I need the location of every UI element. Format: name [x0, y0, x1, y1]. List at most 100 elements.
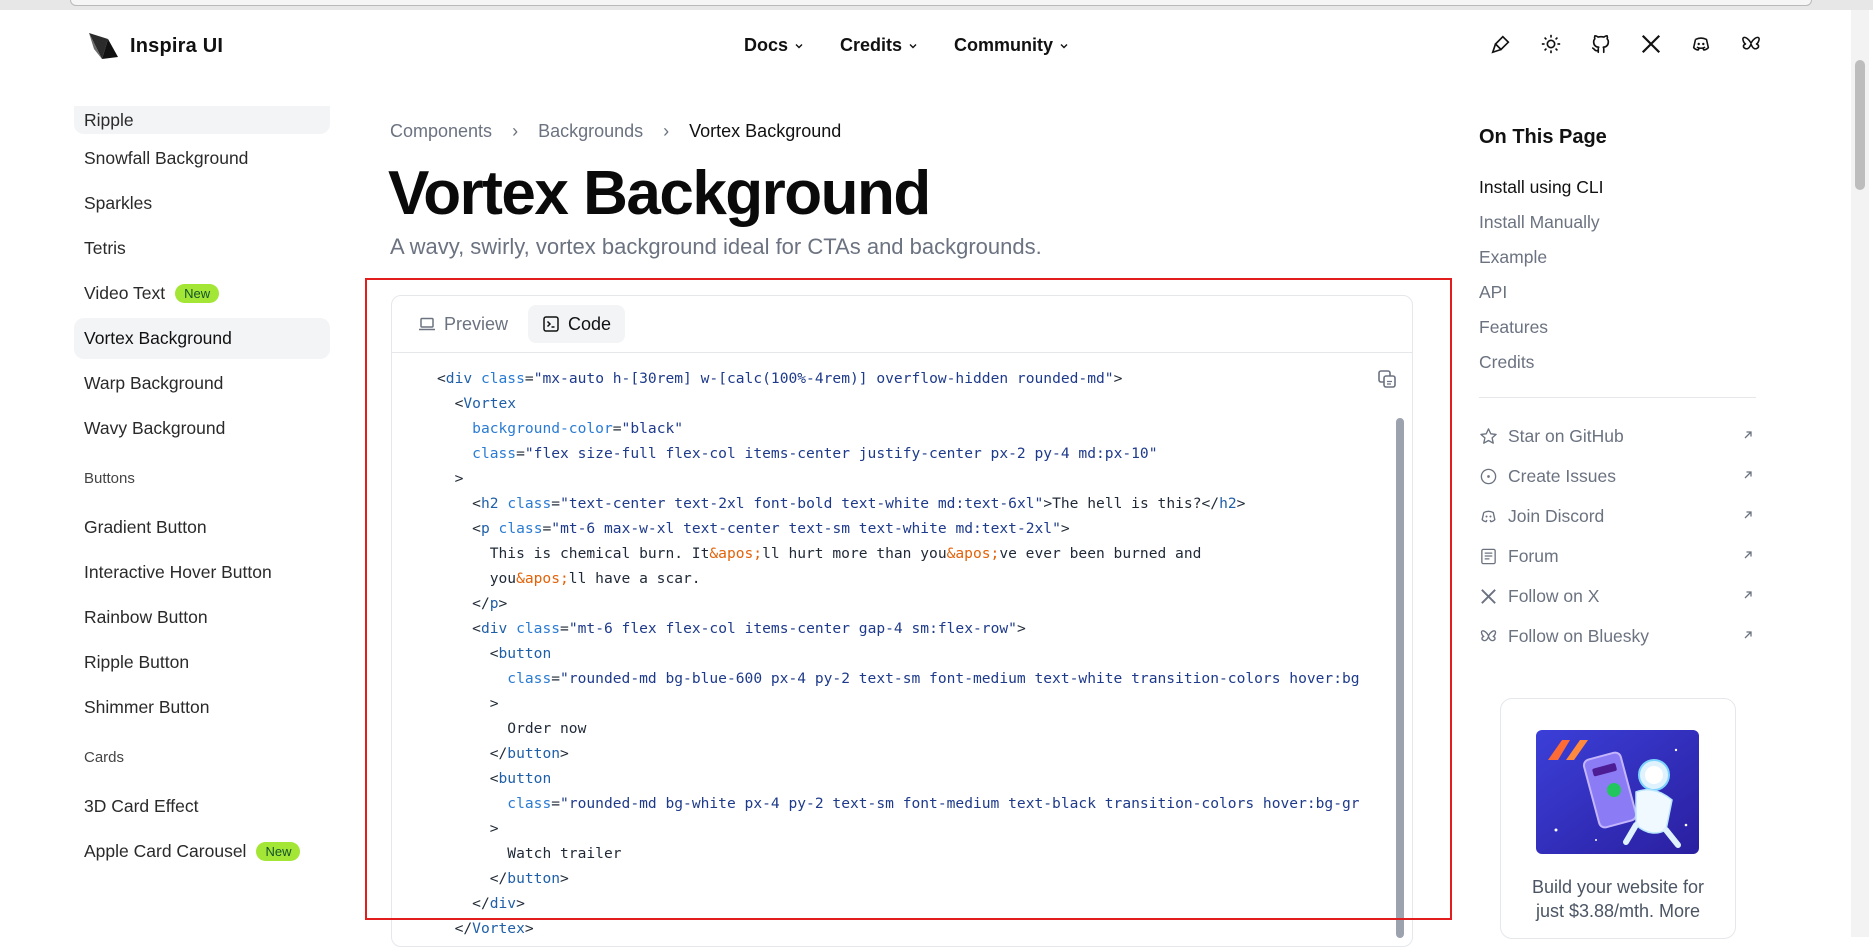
external-arrow-icon	[1744, 591, 1752, 599]
breadcrumb-separator: ›	[512, 121, 519, 141]
community-links: Star on GitHub Create Issues Join Discor…	[1479, 416, 1756, 656]
app-name: Inspira UI	[130, 34, 224, 57]
link-follow-x[interactable]: Follow on X	[1479, 576, 1756, 616]
sidebar-item-apple-card-carousel[interactable]: Apple Card Carousel New	[74, 831, 330, 872]
external-arrow-icon	[1744, 431, 1752, 439]
star-icon	[1480, 427, 1497, 444]
toc-item-features[interactable]: Features	[1479, 310, 1604, 345]
external-arrow-icon	[1744, 511, 1752, 519]
discord-icon[interactable]	[1689, 32, 1713, 56]
link-join-discord[interactable]: Join Discord	[1479, 496, 1756, 536]
divider	[1479, 397, 1756, 398]
link-label: Create Issues	[1508, 465, 1616, 486]
toc-item-example[interactable]: Example	[1479, 240, 1604, 275]
sun-icon[interactable]	[1539, 32, 1563, 56]
toc-title: On This Page	[1479, 126, 1607, 148]
x-icon	[1481, 588, 1496, 604]
nav-community[interactable]: Community	[954, 35, 1069, 56]
link-follow-bluesky[interactable]: Follow on Bluesky	[1479, 616, 1756, 656]
sidebar-item-label: Vortex Background	[84, 328, 232, 348]
sidebar-item-label: Shimmer Button	[84, 697, 210, 717]
sidebar-item-sparkles[interactable]: Sparkles	[74, 183, 330, 224]
chevron-down-icon	[795, 43, 803, 48]
sidebar-item-vortex-background[interactable]: Vortex Background	[74, 318, 330, 359]
sidebar-item-label: Snowfall Background	[84, 148, 249, 168]
table-of-contents: Install using CLI Install Manually Examp…	[1479, 170, 1604, 380]
sidebar-item-tetris[interactable]: Tetris	[74, 228, 330, 269]
nav-docs[interactable]: Docs	[744, 35, 804, 56]
sidebar-item-label: Ripple	[84, 109, 134, 130]
bluesky-icon	[1480, 629, 1497, 641]
link-forum[interactable]: Forum	[1479, 536, 1756, 576]
breadcrumb-separator: ›	[663, 121, 670, 141]
sidebar-item-label: Sparkles	[84, 193, 153, 213]
sidebar-item-gradient-button[interactable]: Gradient Button	[74, 507, 330, 548]
page-scrollbar-thumb[interactable]	[1855, 60, 1865, 190]
ad-text-line: Build your website for	[1531, 877, 1705, 897]
nav-community-label: Community	[954, 35, 1054, 55]
issue-icon	[1480, 468, 1497, 484]
sponsor-ad-card[interactable]: Build your website for just $3.88/mth. M…	[1500, 698, 1736, 939]
link-label: Join Discord	[1508, 505, 1605, 526]
brush-icon[interactable]	[1489, 32, 1513, 56]
sidebar-heading-buttons: Buttons	[84, 469, 135, 487]
sidebar-heading-cards: Cards	[84, 748, 125, 766]
toc-item-credits[interactable]: Credits	[1479, 345, 1604, 380]
new-badge: New	[175, 284, 220, 303]
new-badge: New	[256, 842, 301, 861]
logo[interactable]: Inspira UI	[86, 29, 223, 63]
link-star-github[interactable]: Star on GitHub	[1479, 416, 1756, 456]
bluesky-icon[interactable]	[1739, 32, 1763, 56]
external-arrow-icon	[1744, 631, 1752, 639]
nav-credits-label: Credits	[840, 35, 903, 55]
breadcrumb-backgrounds[interactable]: Backgrounds	[538, 121, 643, 142]
toc-item-install-cli[interactable]: Install using CLI	[1479, 170, 1604, 205]
sidebar-item-label: Video Text	[84, 283, 166, 303]
sidebar-item-label: Rainbow Button	[84, 607, 208, 627]
toc-item-install-manually[interactable]: Install Manually	[1479, 205, 1604, 240]
nav-docs-label: Docs	[744, 35, 789, 55]
breadcrumb: Components › Backgrounds › Vortex Backgr…	[390, 121, 841, 142]
x-icon[interactable]	[1639, 32, 1663, 56]
sidebar-item-interactive-hover-button[interactable]: Interactive Hover Button	[74, 552, 330, 593]
breadcrumb-components[interactable]: Components	[390, 121, 492, 142]
code-token: Vortex	[472, 920, 525, 937]
forum-icon	[1481, 548, 1496, 564]
sidebar-item-wavy-background[interactable]: Wavy Background	[74, 408, 330, 449]
main-nav: Docs Credits Community	[744, 35, 1105, 56]
sidebar-item-warp-background[interactable]: Warp Background	[74, 363, 330, 404]
selection-highlight	[365, 278, 1452, 920]
chevron-down-icon	[1060, 43, 1068, 48]
sidebar-item-label: Warp Background	[84, 373, 224, 393]
sidebar-item-snowfall-background[interactable]: Snowfall Background	[74, 138, 330, 179]
sidebar-item-label: Tetris	[84, 238, 126, 258]
logo-icon	[89, 33, 118, 59]
site-header: Inspira UI Docs Credits Community	[0, 10, 1873, 80]
link-label: Follow on X	[1508, 585, 1600, 606]
ad-text-line: just $3.88/mth. More	[1535, 901, 1701, 921]
sidebar-item-rainbow-button[interactable]: Rainbow Button	[74, 597, 330, 638]
breadcrumb-current: Vortex Background	[689, 121, 842, 141]
sidebar-item-ripple[interactable]: Ripple	[74, 106, 330, 134]
toc-item-api[interactable]: API	[1479, 275, 1604, 310]
discord-icon	[1481, 510, 1496, 522]
github-icon[interactable]	[1589, 32, 1613, 56]
link-create-issues[interactable]: Create Issues	[1479, 456, 1756, 496]
link-label: Star on GitHub	[1508, 425, 1624, 446]
sidebar-item-3d-card-effect[interactable]: 3D Card Effect	[74, 786, 330, 827]
external-arrow-icon	[1744, 471, 1752, 479]
ad-image	[1536, 730, 1699, 854]
page-subtitle: A wavy, swirly, vortex background ideal …	[390, 234, 1042, 259]
sidebar-item-ripple-button[interactable]: Ripple Button	[74, 642, 330, 683]
sidebar-item-label: Interactive Hover Button	[84, 562, 272, 582]
page-title: Vortex Background	[388, 159, 931, 228]
sidebar-item-label: Gradient Button	[84, 517, 207, 537]
sidebar-item-label: Wavy Background	[84, 418, 226, 438]
sidebar-item-label: Apple Card Carousel	[84, 841, 247, 861]
sidebar-item-video-text[interactable]: Video Text New	[74, 273, 330, 314]
nav-credits[interactable]: Credits	[840, 35, 918, 56]
link-label: Follow on Bluesky	[1508, 625, 1650, 646]
sidebar-item-shimmer-button[interactable]: Shimmer Button	[74, 687, 330, 728]
sidebar-item-label: 3D Card Effect	[84, 796, 199, 816]
header-icons	[1489, 32, 1763, 56]
